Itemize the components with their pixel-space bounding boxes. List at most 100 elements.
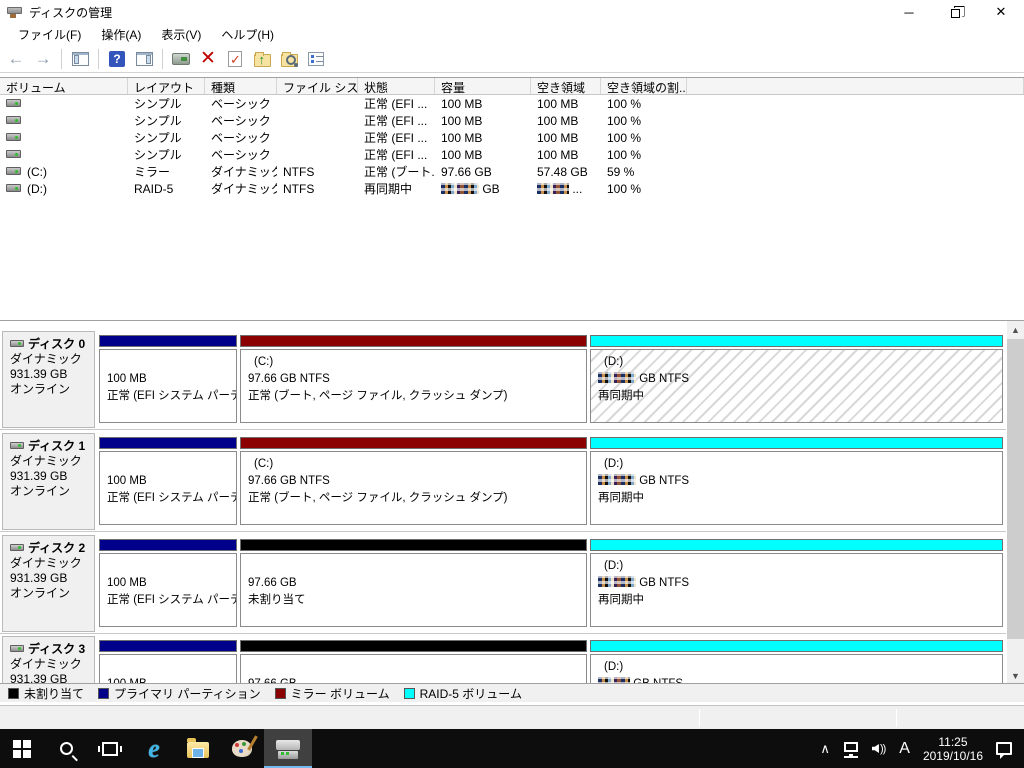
partition-size: 100 MB (107, 473, 234, 490)
column-header-status[interactable]: 状態 (358, 78, 435, 94)
scroll-up-icon[interactable]: ▲ (1007, 321, 1024, 338)
vertical-scrollbar[interactable]: ▲ ▼ (1007, 321, 1024, 683)
restore-icon (951, 9, 960, 18)
volume-table-header: ボリューム レイアウト 種類 ファイル システム 状態 容量 空き領域 空き領域… (0, 78, 1024, 95)
explore-button[interactable] (277, 47, 301, 70)
cell-layout: ミラー (128, 163, 205, 180)
volume-button[interactable]: )) (865, 729, 892, 768)
pixelated-value (537, 183, 569, 194)
disk1-partition-d[interactable]: (D:) GB NTFS 再同期中 (590, 437, 1003, 529)
open-button[interactable] (250, 47, 274, 70)
help-icon: ? (109, 51, 125, 67)
disk-row-1: ディスク 1 ダイナミック 931.39 GB オンライン 100 MB 正常 … (0, 431, 1006, 532)
column-header-filesystem[interactable]: ファイル システム (277, 78, 358, 94)
menu-action[interactable]: 操作(A) (91, 24, 151, 46)
cell-type: ベーシック (205, 129, 277, 146)
cell-status: 正常 (EFI ... (358, 146, 435, 163)
partition-status: 再同期中 (598, 388, 1000, 405)
task-view-icon (102, 742, 118, 756)
graphical-view-pane: ディスク 0 ダイナミック 931.39 GB オンライン 100 MB 正常 … (0, 320, 1024, 683)
help-button[interactable]: ? (105, 47, 129, 70)
show-console-tree-button[interactable] (68, 47, 92, 70)
disk2-label-panel[interactable]: ディスク 2 ダイナミック 931.39 GB オンライン (2, 535, 95, 632)
pixelated-value (598, 372, 636, 383)
search-button[interactable] (44, 729, 88, 768)
table-row-volume-3[interactable]: シンプル ベーシック 正常 (EFI ... 100 MB 100 MB 100… (0, 129, 1024, 146)
tool-button[interactable] (169, 47, 193, 70)
column-header-capacity[interactable]: 容量 (435, 78, 531, 94)
disk1-partition-efi[interactable]: 100 MB 正常 (EFI システム パーティ: (99, 437, 237, 529)
restore-button[interactable] (932, 0, 978, 24)
table-row-volume-4[interactable]: シンプル ベーシック 正常 (EFI ... 100 MB 100 MB 100… (0, 146, 1024, 163)
partition-letter: (C:) (248, 354, 584, 371)
file-explorer-button[interactable] (176, 729, 220, 768)
explore-folder-icon (281, 54, 298, 67)
disk0-partition-d[interactable]: (D:) GB NTFS 再同期中 (590, 335, 1003, 427)
close-button[interactable]: ✕ (978, 0, 1024, 24)
partition-status: 正常 (EFI システム パーティ: (107, 388, 234, 405)
start-button[interactable] (0, 729, 44, 768)
task-view-button[interactable] (88, 729, 132, 768)
table-row-volume-d[interactable]: (D:) RAID-5 ダイナミック NTFS 再同期中 GB ... 100 … (0, 180, 1024, 197)
network-button[interactable] (837, 729, 865, 768)
action-center-button[interactable] (989, 729, 1024, 768)
disk1-label-panel[interactable]: ディスク 1 ダイナミック 931.39 GB オンライン (2, 433, 95, 530)
table-row-volume-2[interactable]: シンプル ベーシック 正常 (EFI ... 100 MB 100 MB 100… (0, 112, 1024, 129)
column-header-layout[interactable]: レイアウト (128, 78, 205, 94)
cell-status: 再同期中 (358, 180, 435, 197)
show-hidden-icons-button[interactable]: ∧ (813, 729, 837, 768)
column-header-free[interactable]: 空き領域 (531, 78, 601, 94)
disk3-partition-efi[interactable]: 100 MB (99, 640, 237, 683)
show-action-pane-button[interactable] (132, 47, 156, 70)
menu-help[interactable]: ヘルプ(H) (211, 24, 284, 46)
delete-volume-button[interactable]: ✕ (196, 47, 220, 70)
cell-layout: シンプル (128, 129, 205, 146)
partition-status: 未割り当て (248, 592, 584, 609)
menu-view[interactable]: 表示(V) (151, 24, 211, 46)
cell-layout: RAID-5 (128, 182, 205, 196)
forward-button[interactable]: → (31, 47, 55, 70)
disk3-partition-d[interactable]: (D:) GB NTFS (590, 640, 1003, 683)
commit-button[interactable] (223, 47, 247, 70)
open-folder-icon (254, 54, 271, 67)
paint-button[interactable] (220, 729, 264, 768)
internet-explorer-button[interactable]: e (132, 729, 176, 768)
partition-status: 正常 (EFI システム パーティ: (107, 592, 234, 609)
raid5-volume-bar (590, 437, 1003, 449)
cell-layout: シンプル (128, 112, 205, 129)
cell-free: 57.48 GB (531, 165, 601, 179)
disk1-partition-c[interactable]: (C:) 97.66 GB NTFS 正常 (ブート, ページ ファイル, クラ… (240, 437, 587, 529)
ime-mode-button[interactable]: A (892, 729, 917, 768)
column-header-empty (687, 78, 1024, 94)
disk-status: オンライン (10, 586, 90, 601)
table-row-volume-c[interactable]: (C:) ミラー ダイナミック NTFS 正常 (ブート... 97.66 GB… (0, 163, 1024, 180)
toolbar-separator (61, 49, 62, 69)
disk0-label-panel[interactable]: ディスク 0 ダイナミック 931.39 GB オンライン (2, 331, 95, 428)
partition-letter: (C:) (248, 456, 584, 473)
menu-file[interactable]: ファイル(F) (8, 24, 91, 46)
legend-label: 未割り当て (24, 685, 84, 702)
minimize-button[interactable]: ─ (886, 0, 932, 24)
properties-list-button[interactable] (304, 47, 328, 70)
disk2-partition-d[interactable]: (D:) GB NTFS 再同期中 (590, 539, 1003, 631)
column-header-volume[interactable]: ボリューム (0, 78, 128, 94)
legend-raid5-volume: RAID-5 ボリューム (404, 685, 522, 702)
disk2-partition-efi[interactable]: 100 MB 正常 (EFI システム パーティ: (99, 539, 237, 631)
table-row-volume-1[interactable]: シンプル ベーシック 正常 (EFI ... 100 MB 100 MB 100… (0, 95, 1024, 112)
column-header-type[interactable]: 種類 (205, 78, 277, 94)
disk3-partition-unallocated[interactable]: 97.66 GB (240, 640, 587, 683)
cell-type: ベーシック (205, 95, 277, 112)
disk-management-taskbar-button[interactable] (264, 729, 312, 768)
search-icon (60, 742, 73, 755)
disk0-partition-c[interactable]: (C:) 97.66 GB NTFS 正常 (ブート, ページ ファイル, クラ… (240, 335, 587, 427)
scrollbar-thumb[interactable] (1007, 339, 1024, 639)
clock[interactable]: 11:252019/10/16 (917, 729, 989, 768)
disk3-label-panel[interactable]: ディスク 3 ダイナミック 931.39 GB (2, 636, 95, 683)
disk0-partition-efi[interactable]: 100 MB 正常 (EFI システム パーティ: (99, 335, 237, 427)
partition-status: 再同期中 (598, 490, 1000, 507)
back-button[interactable]: ← (4, 47, 28, 70)
column-header-free-pct[interactable]: 空き領域の割... (601, 78, 687, 94)
disk2-partition-unallocated[interactable]: 97.66 GB 未割り当て (240, 539, 587, 631)
scroll-down-icon[interactable]: ▼ (1007, 667, 1024, 683)
disk-type: ダイナミック (10, 352, 90, 367)
